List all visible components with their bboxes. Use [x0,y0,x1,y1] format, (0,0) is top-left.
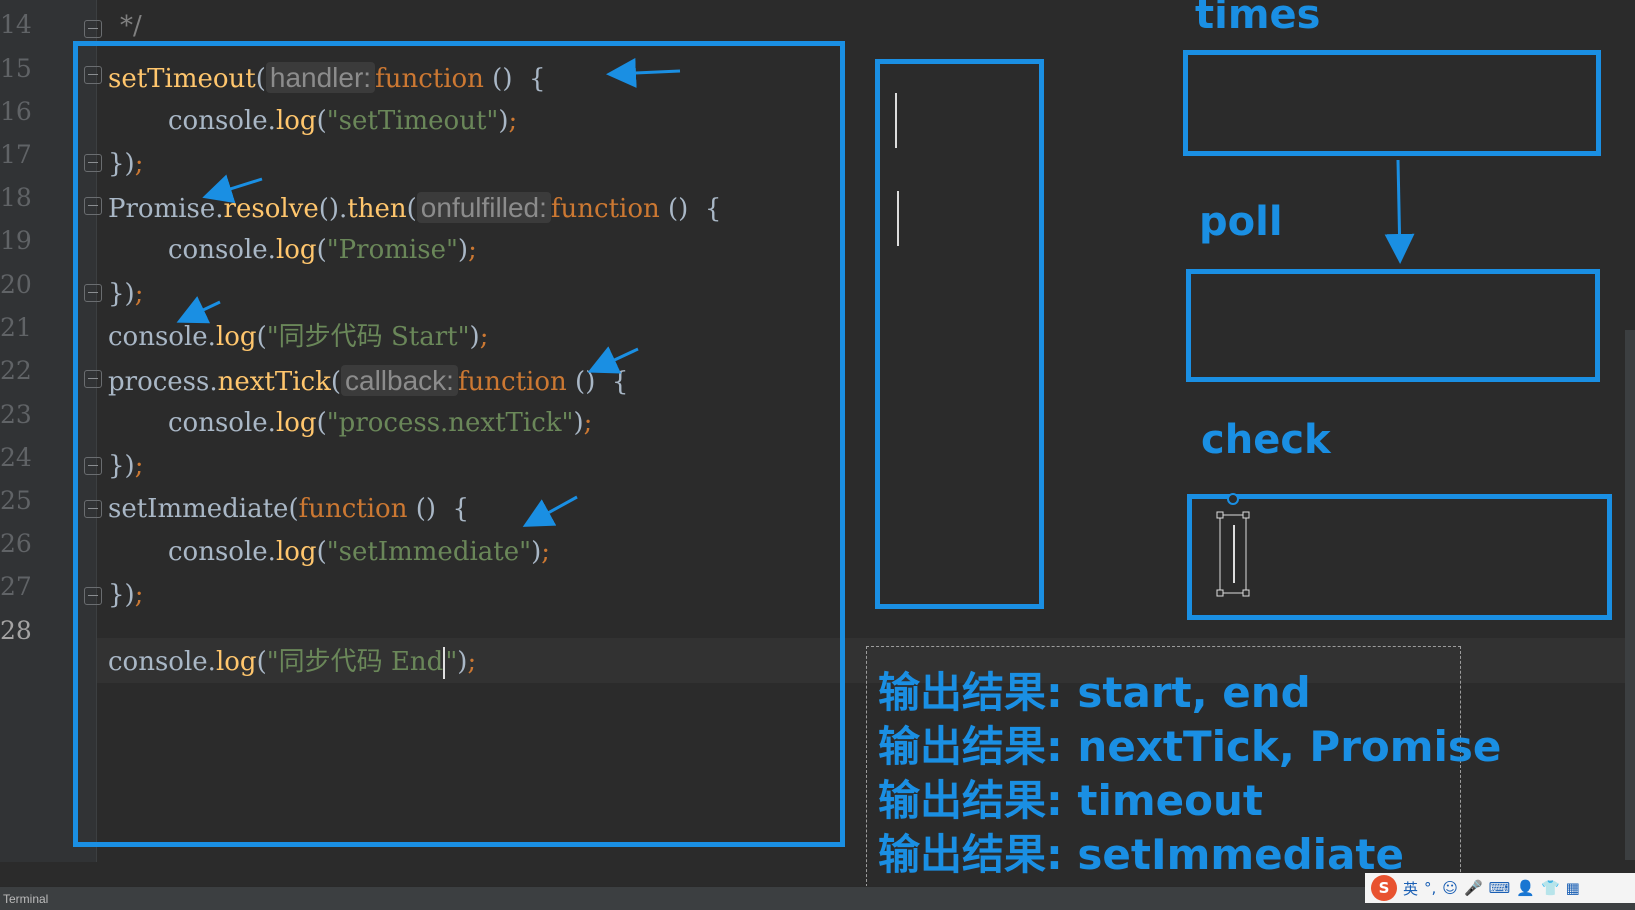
ime-lang-toggle[interactable]: 英 [1403,878,1418,899]
keyboard-icon[interactable]: ⌨ [1489,879,1511,897]
arrow-promise [202,174,263,204]
ime-toolbar[interactable]: S 英 °, ☺ 🎤 ⌨ 👤 👕 ▦ [1365,873,1635,903]
microphone-icon[interactable]: 🎤 [1464,879,1483,897]
resize-handle[interactable] [1242,511,1250,519]
resize-handle[interactable] [1216,511,1224,519]
arrow-nextTick [587,346,639,374]
arrow-setImmediate [522,495,578,527]
rotate-handle-icon[interactable] [1227,493,1239,505]
resize-handle[interactable] [1216,589,1224,597]
vertical-scrollbar[interactable] [1625,330,1635,860]
result-line: 输出结果: start, end [878,668,1311,717]
arrow-sync-start [176,296,221,324]
user-icon[interactable]: 👤 [1516,879,1535,897]
terminal-tab[interactable]: Terminal [3,892,48,906]
resize-handle[interactable] [1242,589,1250,597]
arrow-setTimeout [606,57,681,88]
result-line: 输出结果: timeout [878,776,1263,825]
result-line: 输出结果: setImmediate [878,830,1404,879]
arrow-times-to-poll [1384,159,1415,264]
sogou-logo-icon[interactable]: S [1371,875,1397,901]
grid-menu-icon[interactable]: ▦ [1566,879,1580,897]
skin-icon[interactable]: 👕 [1541,879,1560,897]
result-line: 输出结果: nextTick, Promise [878,722,1502,771]
emoji-icon[interactable]: ☺ [1442,879,1458,897]
punctuation-icon[interactable]: °, [1424,879,1436,897]
